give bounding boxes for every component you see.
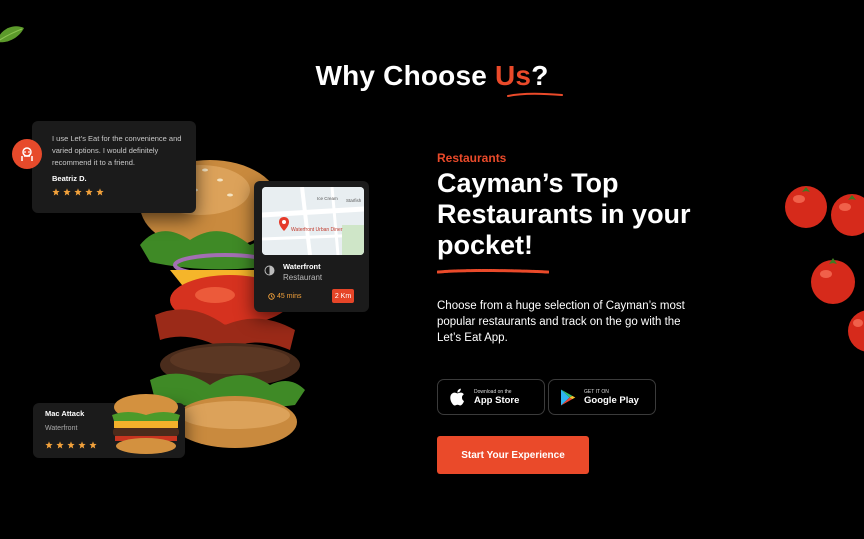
map-preview[interactable]: Waterfront Urban Diner Ice Cream Starfis…: [262, 187, 364, 255]
star-icon: [52, 188, 60, 196]
review-card: I use Let's Eat for the convenience and …: [32, 121, 196, 213]
star-icon: [96, 188, 104, 196]
restaurant-name: Mac Attack: [45, 409, 85, 418]
google-play-text: GET IT ON Google Play: [584, 389, 639, 406]
restaurant-rating: [45, 441, 97, 449]
map-card: Waterfront Urban Diner Ice Cream Starfis…: [254, 181, 369, 312]
star-icon: [89, 441, 97, 449]
app-store-button[interactable]: Download on the App Store: [437, 379, 545, 415]
google-play-label: Google Play: [584, 394, 639, 406]
star-icon: [78, 441, 86, 449]
title-underline: [507, 92, 563, 97]
burger-thumbnail: [112, 394, 180, 454]
place-type-icon: [264, 265, 275, 276]
leaf-icon: [0, 26, 24, 43]
clock-icon: [268, 293, 275, 300]
headline: Cayman’s Top Restaurants in your pocket!: [437, 168, 691, 260]
star-icon: [45, 441, 53, 449]
review-quote: I use Let's Eat for the convenience and …: [52, 134, 182, 167]
headline-underline: [437, 269, 549, 274]
place-name: Waterfront: [283, 262, 321, 271]
place-type: Restaurant: [283, 273, 323, 282]
section-eyebrow: Restaurants: [437, 151, 507, 165]
app-store-label: App Store: [474, 394, 520, 406]
tomato-icon: [848, 310, 864, 352]
tomato-icon: [831, 194, 864, 236]
review-rating: [52, 188, 104, 196]
restaurant-avatar-icon: [12, 139, 42, 169]
app-store-text: Download on the App Store: [474, 389, 519, 406]
start-experience-button[interactable]: Start Your Experience: [437, 436, 589, 474]
title-suffix: ?: [531, 60, 549, 91]
star-icon: [67, 441, 75, 449]
title-accent: Us: [495, 60, 532, 91]
map-label-diner: Waterfront Urban Diner: [291, 227, 343, 233]
map-label-starfish: Starfish: [346, 198, 362, 203]
title-prefix: Why Choose: [315, 60, 496, 91]
star-icon: [63, 188, 71, 196]
section-title: Why Choose Us?: [0, 60, 864, 92]
apple-icon: [450, 388, 464, 406]
map-label-icecream: Ice Cream: [317, 196, 338, 201]
tomato-icon: [811, 258, 855, 304]
star-icon: [56, 441, 64, 449]
tomato-icon: [785, 186, 827, 228]
google-play-icon: [561, 389, 576, 405]
distance-badge: 2 Km: [332, 289, 354, 303]
time-label: 45 mins: [277, 293, 302, 300]
google-play-button[interactable]: GET IT ON Google Play: [548, 379, 656, 415]
star-icon: [85, 188, 93, 196]
reviewer-name: Beatriz D.: [52, 174, 87, 183]
star-icon: [74, 188, 82, 196]
map-pin-icon: [279, 217, 289, 231]
section-description: Choose from a huge selection of Cayman’s…: [437, 300, 685, 344]
restaurant-location: Waterfront: [45, 425, 78, 432]
delivery-time: 45 mins: [268, 293, 302, 300]
